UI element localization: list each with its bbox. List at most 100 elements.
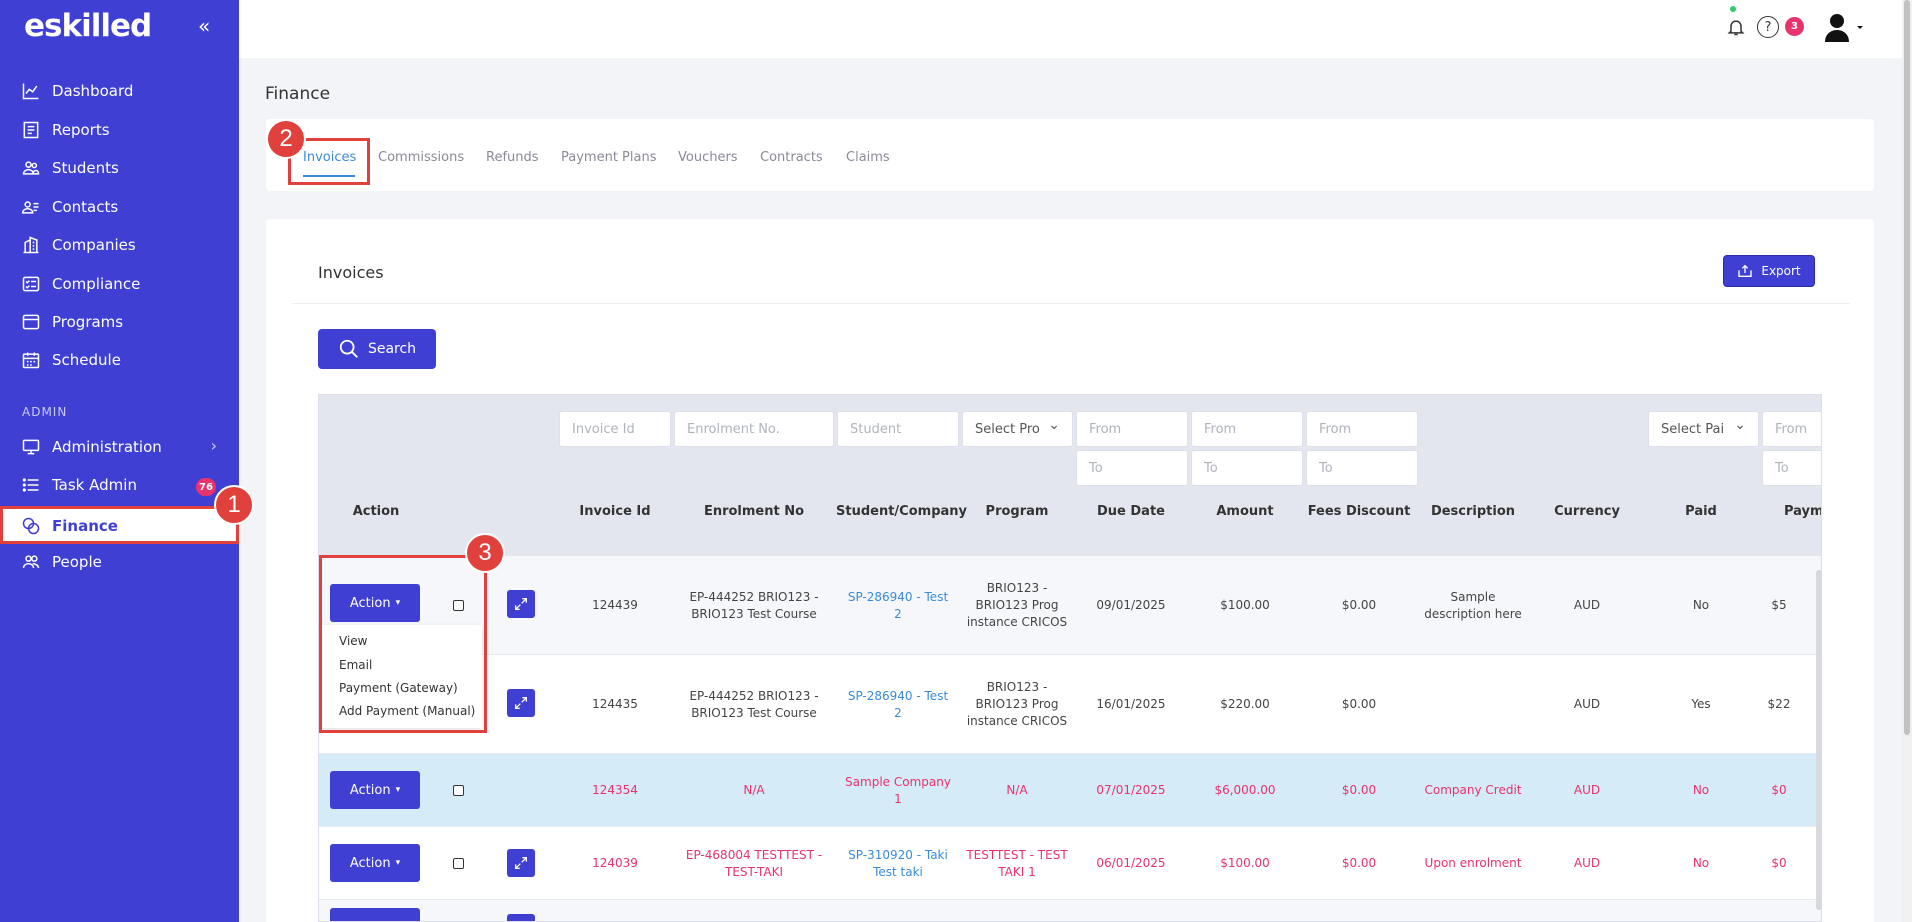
column-header-currency[interactable]: Currency [1530, 504, 1644, 519]
cell-invoice-id: 124354 [592, 783, 638, 797]
export-button[interactable]: Export [1723, 255, 1815, 287]
column-header-payment[interactable]: Paym [1784, 504, 1821, 519]
paid-select[interactable]: Select Pai [1648, 411, 1759, 447]
page-title: Finance [265, 84, 331, 104]
sidebar-item-people[interactable]: People [20, 548, 230, 576]
contacts-icon [20, 196, 42, 218]
sidebar-item-students[interactable]: Students [20, 154, 230, 182]
row-action-button[interactable]: Action ▾ [330, 771, 420, 809]
table-row[interactable] [319, 899, 1821, 921]
sidebar-item-finance-active[interactable]: Finance [0, 506, 239, 544]
sidebar-item-label: Schedule [52, 351, 121, 369]
sidebar-item-label: Companies [52, 236, 136, 254]
collapse-sidebar-icon[interactable]: « [198, 14, 210, 38]
row-checkbox[interactable] [453, 858, 464, 869]
cell-student-link[interactable]: SP-310920 - Taki Test taki [844, 827, 952, 900]
row-action-button[interactable] [330, 908, 420, 921]
payment-to-filter[interactable]: To [1762, 450, 1821, 486]
column-header-student-company[interactable]: Student/Company [836, 504, 967, 519]
program-select[interactable]: Select Pro [962, 411, 1073, 447]
building-icon [20, 234, 42, 256]
sidebar-item-label: Reports [52, 121, 110, 139]
table-row[interactable]: Action ▾ 124039 EP-468004 TESTTEST - TEST… [319, 826, 1821, 900]
row-checkbox[interactable] [453, 785, 464, 796]
tab-claims[interactable]: Claims [846, 150, 890, 165]
column-header-amount[interactable]: Amount [1188, 504, 1302, 519]
card-title: Invoices [318, 263, 384, 282]
tab-vouchers[interactable]: Vouchers [678, 150, 738, 165]
table-scrollbar[interactable] [1816, 570, 1822, 910]
column-header-description[interactable]: Description [1416, 504, 1530, 519]
sidebar-item-schedule[interactable]: Schedule [20, 346, 230, 374]
cell-student-link[interactable]: SP-286940 - Test 2 [844, 556, 952, 655]
sidebar-item-programs[interactable]: Programs [20, 308, 230, 336]
table-row[interactable]: Action ▾ 124439 EP-444252 BRIO123 - BRIO1… [319, 555, 1821, 655]
column-header-enrolment-no[interactable]: Enrolment No [672, 504, 836, 519]
row-action-button[interactable]: Action ▾ [330, 844, 420, 882]
sidebar-item-label: Task Admin [52, 476, 137, 494]
expand-icon[interactable] [507, 590, 535, 618]
due-date-to-filter[interactable]: To [1076, 450, 1188, 486]
cell-enrolment: EP-468004 TESTTEST - TEST-TAKI [685, 847, 823, 879]
cell-paid: No [1692, 856, 1710, 870]
column-header-invoice-id[interactable]: Invoice Id [558, 504, 672, 519]
checklist-icon [20, 273, 42, 295]
sidebar-item-reports[interactable]: Reports [20, 116, 230, 144]
cell-description [1424, 655, 1522, 754]
table-header: Invoice Id Enrolment No. Student Select … [319, 395, 1821, 555]
export-label: Export [1761, 264, 1801, 278]
sidebar-item-contacts[interactable]: Contacts [20, 193, 230, 221]
amount-from-filter[interactable]: From [1191, 411, 1303, 447]
expand-icon[interactable] [507, 849, 535, 877]
expand-icon[interactable] [507, 689, 535, 717]
tab-refunds[interactable]: Refunds [486, 150, 539, 165]
tab-payment-plans[interactable]: Payment Plans [561, 150, 656, 165]
cell-amount: $220.00 [1220, 697, 1270, 711]
tab-contracts[interactable]: Contracts [760, 150, 823, 165]
monitor-icon [20, 436, 42, 458]
expand-icon[interactable] [507, 914, 535, 921]
help-badge: 3 [1785, 17, 1804, 36]
cell-student-link[interactable]: SP-286940 - Test 2 [844, 655, 952, 754]
browser-icon [20, 311, 42, 333]
sidebar: eskilled « Dashboard Reports Students Co… [0, 0, 239, 922]
sidebar-item-label: Students [52, 159, 119, 177]
highlight-box-action-menu [319, 555, 487, 733]
help-icon[interactable]: ? [1757, 16, 1779, 38]
sidebar-item-finance[interactable]: Finance [20, 512, 230, 540]
invoice-id-filter[interactable]: Invoice Id [559, 411, 671, 447]
search-button[interactable]: Search [318, 329, 436, 369]
sidebar-item-label: Dashboard [52, 82, 134, 100]
discount-from-filter[interactable]: From [1306, 411, 1418, 447]
cell-description: Sample description here [1424, 589, 1522, 621]
cell-fees-discount: $0.00 [1341, 598, 1377, 612]
column-header-program[interactable]: Program [960, 504, 1074, 519]
card-divider [292, 303, 1850, 304]
cell-invoice-id: 124435 [592, 697, 638, 711]
cell-fees-discount: $0.00 [1341, 856, 1377, 870]
student-filter[interactable]: Student [837, 411, 959, 447]
sidebar-item-administration[interactable]: Administration [20, 433, 230, 461]
table-row[interactable]: Action ▾ 124354 N/A Sample Company 1 N/A … [319, 753, 1821, 826]
amount-to-filter[interactable]: To [1191, 450, 1303, 486]
enrolment-filter[interactable]: Enrolment No. [674, 411, 834, 447]
sidebar-item-dashboard[interactable]: Dashboard [20, 77, 230, 105]
tab-commissions[interactable]: Commissions [378, 150, 464, 165]
payment-from-filter[interactable]: From [1762, 411, 1821, 447]
sidebar-item-companies[interactable]: Companies [20, 231, 230, 259]
bell-icon[interactable] [1726, 15, 1746, 43]
eskilled-logo[interactable]: eskilled [24, 8, 152, 44]
list-icon [20, 474, 42, 496]
scrollbar-thumb[interactable] [1904, 0, 1910, 735]
column-header-paid[interactable]: Paid [1644, 504, 1758, 519]
cell-program: TESTTEST - TEST TAKI 1 [966, 847, 1068, 879]
column-header-due-date[interactable]: Due Date [1074, 504, 1188, 519]
sidebar-item-compliance[interactable]: Compliance [20, 270, 230, 298]
discount-to-filter[interactable]: To [1306, 450, 1418, 486]
due-date-from-filter[interactable]: From [1076, 411, 1188, 447]
cell-due-date: 16/01/2025 [1096, 697, 1166, 711]
user-avatar-icon[interactable] [1823, 12, 1867, 48]
table-row[interactable]: 124435 EP-444252 BRIO123 - BRIO123 Test … [319, 654, 1821, 754]
page-scrollbar[interactable] [1902, 0, 1912, 922]
column-header-fees-discount[interactable]: Fees Discount [1302, 504, 1416, 519]
